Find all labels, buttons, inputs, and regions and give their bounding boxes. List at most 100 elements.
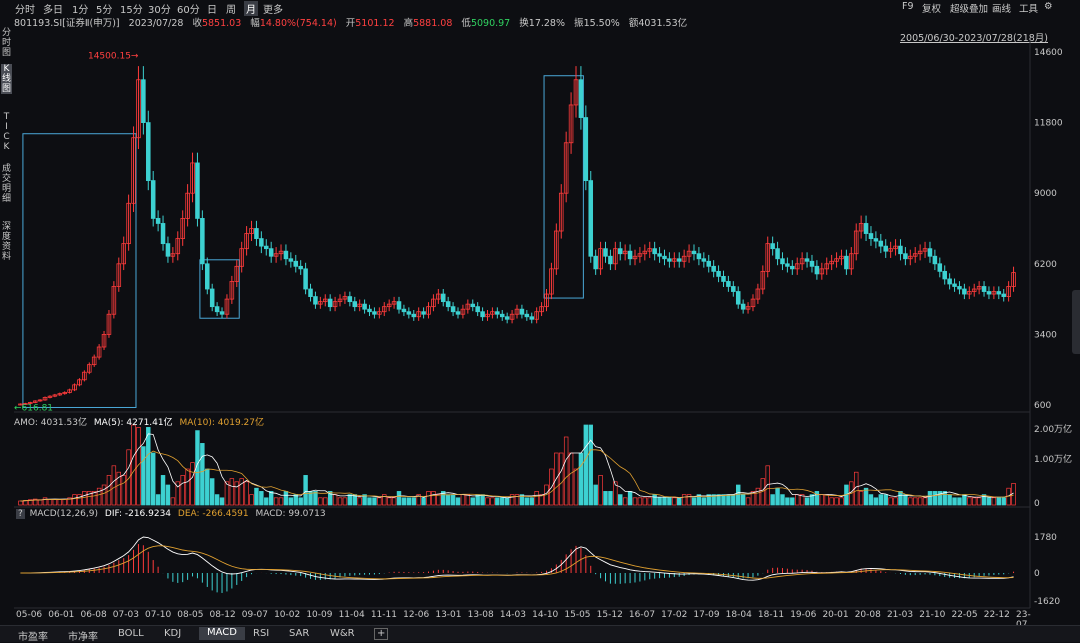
volume-bar <box>647 497 652 506</box>
candle-body <box>209 288 215 308</box>
low-price-marker: ←616.81 <box>14 404 53 414</box>
volume-bar <box>42 497 48 506</box>
top-tool-4[interactable]: 工具 <box>1019 1 1038 15</box>
volume-bar <box>795 494 800 506</box>
volume-bar <box>480 494 485 506</box>
volume-bar <box>559 452 564 506</box>
candle-body <box>313 296 318 305</box>
volume-bar <box>150 452 156 506</box>
open-label: 开 <box>345 18 356 29</box>
volume-bar <box>598 475 603 506</box>
time-axis-label: 06-08 <box>80 610 107 620</box>
volume-bar <box>932 491 938 506</box>
candle-body <box>283 250 289 260</box>
candle-body <box>652 248 657 255</box>
candle-body <box>205 263 210 290</box>
candle-body <box>519 308 525 315</box>
volume-bar <box>898 491 903 506</box>
volume-bar <box>829 497 834 506</box>
time-axis-label: 09-07 <box>241 610 268 620</box>
candle-body <box>367 308 372 313</box>
volume-bar <box>337 497 343 506</box>
candle-body <box>259 238 264 247</box>
top-right-tools: F9 复权 超级叠加 画线 工具 ⚙ <box>0 0 1080 15</box>
volume-bar <box>391 497 397 506</box>
macd-help-icon[interactable]: ? <box>16 509 25 519</box>
candle-body <box>308 288 313 297</box>
price-axis-label: 3400 <box>1034 330 1057 340</box>
top-tool-2[interactable]: 超级叠加 <box>950 1 988 15</box>
low-value: 5090.97 <box>470 18 511 29</box>
volume-axis-label: 2.00万亿 <box>1034 423 1072 435</box>
volume-bar <box>578 452 584 506</box>
volume-bar <box>209 478 215 506</box>
add-indicator-button[interactable]: + <box>374 628 389 640</box>
volume-bar <box>967 497 972 506</box>
candle-body <box>927 248 933 257</box>
candle-body <box>504 316 510 320</box>
volume-legend: AMO: 4031.53亿 MA(5): 4271.41亿 MA(10): 40… <box>14 415 264 428</box>
volume-bar <box>421 497 426 506</box>
candle-body <box>288 258 294 262</box>
volume-bar <box>406 497 412 506</box>
top-tool-0[interactable]: F9 <box>902 1 914 12</box>
volume-bar <box>986 497 992 506</box>
volume-bar <box>529 497 534 506</box>
indicator-tab-6[interactable]: SAR <box>289 628 309 639</box>
macd-dea: DEA: -266.4591 <box>177 509 249 519</box>
indicator-tab-2[interactable]: BOLL <box>118 628 144 639</box>
macd-axis-label: 1780 <box>1034 533 1057 543</box>
time-axis-label: 15-12 <box>596 610 623 620</box>
volume-bar <box>603 491 608 506</box>
indicator-tab-5[interactable]: RSI <box>253 628 269 639</box>
indicator-tab-7[interactable]: W&R <box>330 628 355 639</box>
candle-body <box>947 278 952 285</box>
volume-bar <box>888 497 893 506</box>
high-label: 高 <box>403 18 414 29</box>
candle-body <box>362 303 367 310</box>
candle-body <box>214 306 220 313</box>
time-axis-label: 11-11 <box>370 610 397 620</box>
kline-chart[interactable]: 14600 11800 9000 6200 3400 600 14500.15→ ←616.8… <box>0 40 1080 615</box>
volume-bar <box>819 494 825 506</box>
time-axis-label: 19-06 <box>790 610 817 620</box>
volume-bar <box>436 494 441 506</box>
volume-bar <box>957 497 962 506</box>
volume-bar <box>912 497 918 506</box>
volume-bar <box>357 497 362 506</box>
candle-body <box>740 303 746 310</box>
volume-bar <box>268 491 274 506</box>
indicator-tab-4[interactable]: MACD <box>199 627 245 640</box>
candle-body <box>735 291 741 305</box>
volume-bar <box>563 436 569 506</box>
candle-body <box>986 291 992 295</box>
candle-body <box>529 316 535 320</box>
settings-gear-icon[interactable]: ⚙ <box>1044 1 1053 12</box>
candle-body <box>996 291 1002 295</box>
candle-body <box>662 255 667 260</box>
top-tool-1[interactable]: 复权 <box>922 1 941 15</box>
time-axis-label: 07-10 <box>145 610 172 620</box>
candle-body <box>406 311 412 315</box>
candle-body <box>588 180 594 257</box>
volume-bar <box>908 497 913 506</box>
volume-bar <box>962 494 967 506</box>
candle-body <box>657 253 662 257</box>
volume-bar <box>165 484 171 506</box>
indicator-tab-3[interactable]: KDJ <box>164 628 181 639</box>
candle-body <box>455 311 461 315</box>
volume-bar <box>927 491 933 506</box>
volume-bar <box>431 491 436 506</box>
candle-body <box>298 265 303 270</box>
macd-dif: DIF: -216.9234 <box>104 509 172 519</box>
candle-body <box>981 286 987 292</box>
top-tool-3[interactable]: 画线 <box>992 1 1011 15</box>
candle-body <box>903 253 908 260</box>
candle-body <box>711 265 716 272</box>
turnover-field: 换17.28% <box>519 18 565 29</box>
volume-bar <box>780 494 785 506</box>
volume-bar <box>1001 497 1006 506</box>
candle-body <box>445 301 451 308</box>
volume-bar <box>608 491 613 506</box>
volume-bar <box>205 468 210 506</box>
